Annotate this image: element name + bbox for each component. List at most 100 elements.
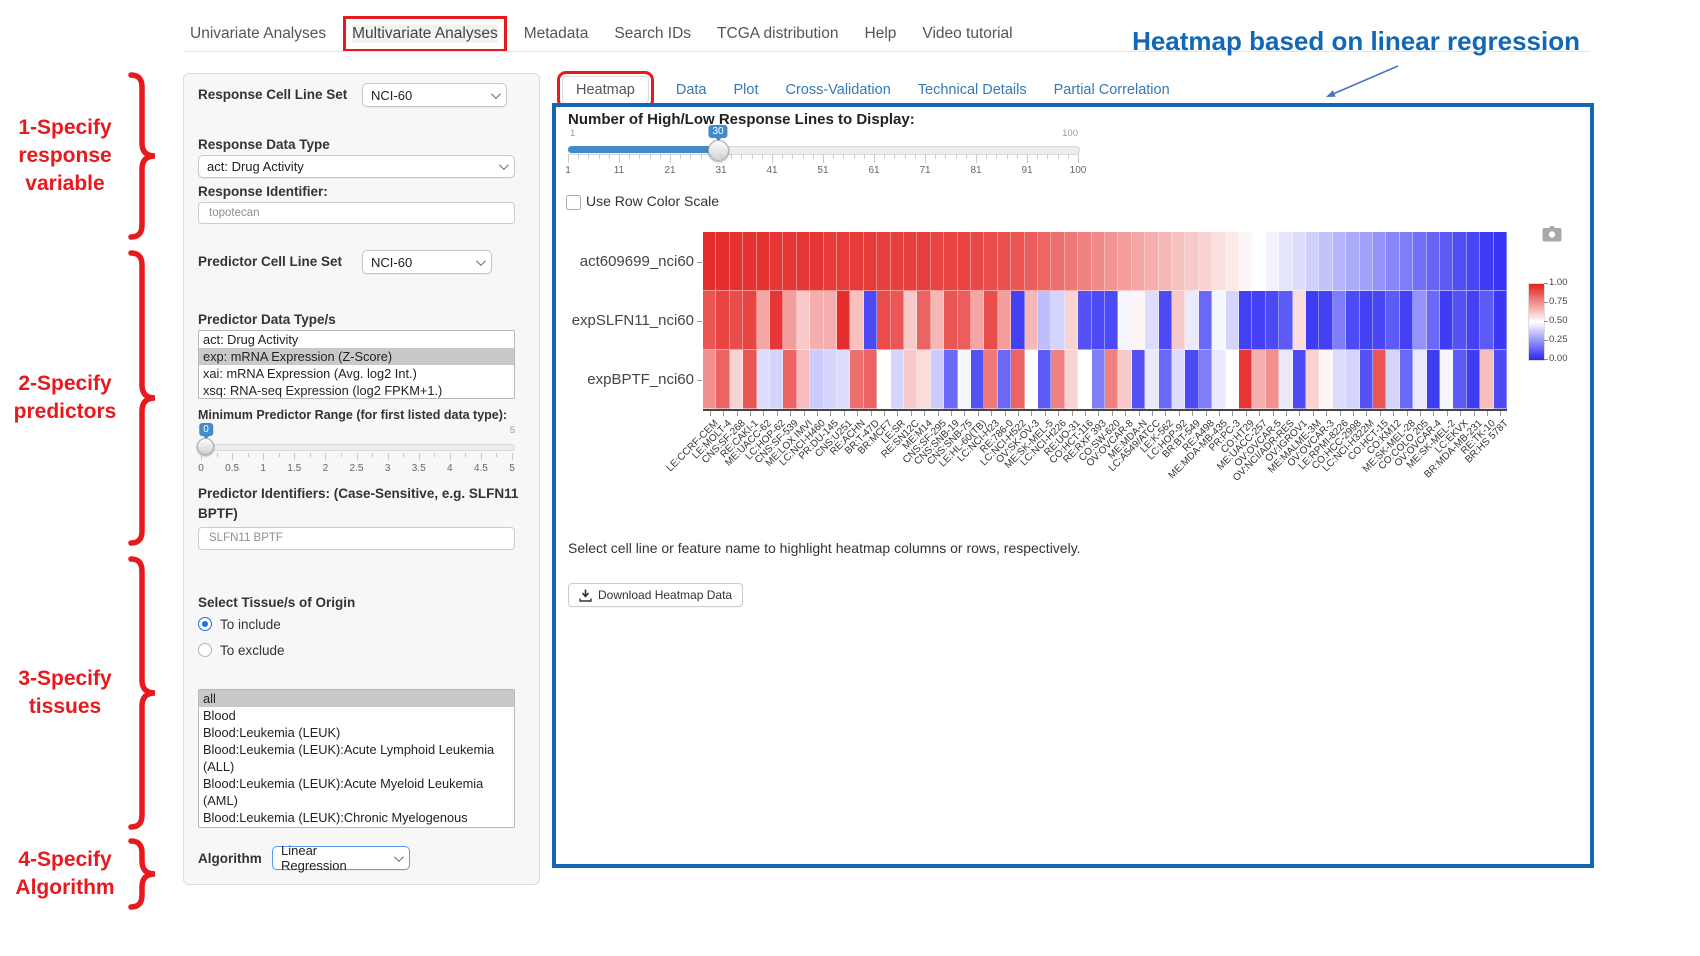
algorithm-select[interactable]: Linear Regression: [272, 846, 410, 870]
heatmap-cell[interactable]: [1132, 232, 1145, 291]
heatmap-cell[interactable]: [797, 350, 810, 409]
heatmap-cell[interactable]: [1306, 350, 1319, 409]
heatmap-cell[interactable]: [824, 350, 837, 409]
heatmap-cell[interactable]: [1025, 350, 1038, 409]
heatmap-cell[interactable]: [1212, 232, 1225, 291]
heatmap-cell[interactable]: [850, 232, 863, 291]
heatmap-cell[interactable]: [1118, 291, 1131, 350]
heatmap-cell[interactable]: [931, 291, 944, 350]
heatmap-cell[interactable]: [1172, 350, 1185, 409]
heatmap-cell[interactable]: [703, 232, 716, 291]
heatmap-cell[interactable]: [770, 232, 783, 291]
heatmap-cell[interactable]: [931, 232, 944, 291]
heatmap-cell[interactable]: [891, 232, 904, 291]
heatmap-cell[interactable]: [1226, 350, 1239, 409]
heatmap-cell[interactable]: [1360, 232, 1373, 291]
heatmap-cell[interactable]: [797, 232, 810, 291]
heatmap-cell[interactable]: [877, 232, 890, 291]
heatmap-cell[interactable]: [1118, 232, 1131, 291]
heatmap-cell[interactable]: [1025, 232, 1038, 291]
heatmap-cell[interactable]: [1373, 291, 1386, 350]
heatmap-cell[interactable]: [837, 350, 850, 409]
min-range-slider-track[interactable]: [198, 444, 515, 451]
heatmap-cell[interactable]: [1159, 350, 1172, 409]
heatmap-cell[interactable]: [1199, 291, 1212, 350]
heatmap-cell[interactable]: [1065, 291, 1078, 350]
heatmap-cell[interactable]: [1333, 232, 1346, 291]
heatmap-cell[interactable]: [1319, 232, 1332, 291]
heatmap-cell[interactable]: [1132, 350, 1145, 409]
tab-data[interactable]: Data: [676, 82, 707, 98]
heatmap-cell[interactable]: [917, 232, 930, 291]
heatmap-cell[interactable]: [1185, 291, 1198, 350]
heatmap-cell[interactable]: [1078, 232, 1091, 291]
response-identifier-input[interactable]: topotecan: [198, 202, 515, 224]
heatmap-cell[interactable]: [1386, 232, 1399, 291]
heatmap-cell[interactable]: [1212, 350, 1225, 409]
heatmap-cell[interactable]: [837, 291, 850, 350]
heatmap-cell[interactable]: [1319, 350, 1332, 409]
predictor-data-type-option[interactable]: act: Drug Activity: [199, 331, 514, 348]
heatmap-cell[interactable]: [824, 232, 837, 291]
heatmap-cell[interactable]: [944, 232, 957, 291]
heatmap-cell[interactable]: [1279, 232, 1292, 291]
heatmap-cell[interactable]: [917, 291, 930, 350]
tissue-exclude-radio[interactable]: [198, 643, 212, 657]
tab-technical-details[interactable]: Technical Details: [918, 82, 1027, 98]
nav-item-video-tutorial[interactable]: Video tutorial: [922, 25, 1012, 43]
heatmap-cell[interactable]: [1105, 232, 1118, 291]
heatmap-cell[interactable]: [958, 350, 971, 409]
tab-cross-validation[interactable]: Cross-Validation: [785, 82, 890, 98]
heatmap-cell[interactable]: [1159, 291, 1172, 350]
heatmap-cell[interactable]: [1105, 350, 1118, 409]
heatmap-cell[interactable]: [1333, 350, 1346, 409]
heatmap-cell[interactable]: [1212, 291, 1225, 350]
heatmap-cell[interactable]: [1172, 232, 1185, 291]
heatmap-cell[interactable]: [1051, 350, 1064, 409]
predictor-data-types-listbox[interactable]: act: Drug Activityexp: mRNA Expression (…: [198, 330, 515, 399]
heatmap-cell[interactable]: [730, 350, 743, 409]
heatmap-cell[interactable]: [1199, 232, 1212, 291]
heatmap-cell[interactable]: [998, 232, 1011, 291]
heatmap-cell[interactable]: [716, 291, 729, 350]
row-color-scale-label[interactable]: Use Row Color Scale: [586, 193, 719, 209]
heatmap-cell[interactable]: [1145, 232, 1158, 291]
heatmap-cell[interactable]: [958, 291, 971, 350]
heatmap-cell[interactable]: [1252, 232, 1265, 291]
heatmap-cell[interactable]: [1266, 291, 1279, 350]
heatmap-cell[interactable]: [1373, 350, 1386, 409]
heatmap-cell[interactable]: [1145, 350, 1158, 409]
heatmap-cell[interactable]: [1413, 232, 1426, 291]
nav-item-multivariate-analyses[interactable]: Multivariate Analyses: [352, 25, 498, 43]
heatmap-cell[interactable]: [1400, 350, 1413, 409]
heatmap-cell[interactable]: [1252, 291, 1265, 350]
heatmap-cell[interactable]: [1480, 232, 1493, 291]
download-heatmap-data-button[interactable]: Download Heatmap Data: [568, 583, 743, 607]
heatmap-cell[interactable]: [1494, 232, 1507, 291]
heatmap-cell[interactable]: [797, 291, 810, 350]
heatmap-cell[interactable]: [1279, 350, 1292, 409]
heatmap-cell[interactable]: [770, 350, 783, 409]
heatmap-cell[interactable]: [1494, 291, 1507, 350]
tissue-listbox[interactable]: allBloodBlood:Leukemia (LEUK)Blood:Leuke…: [198, 689, 515, 828]
heatmap-cell[interactable]: [1011, 291, 1024, 350]
heatmap-cell[interactable]: [743, 232, 756, 291]
tab-plot[interactable]: Plot: [733, 82, 758, 98]
heatmap-cell[interactable]: [971, 232, 984, 291]
heatmap-cell[interactable]: [783, 232, 796, 291]
heatmap-cell[interactable]: [1266, 232, 1279, 291]
heatmap-cell[interactable]: [810, 350, 823, 409]
heatmap-cell[interactable]: [904, 350, 917, 409]
heatmap-cell[interactable]: [1185, 350, 1198, 409]
heatmap-cell[interactable]: [1400, 291, 1413, 350]
heatmap-cell[interactable]: [1065, 232, 1078, 291]
heatmap-cell[interactable]: [1427, 232, 1440, 291]
heatmap-cell[interactable]: [837, 232, 850, 291]
heatmap-cell[interactable]: [824, 291, 837, 350]
nav-item-help[interactable]: Help: [865, 25, 897, 43]
heatmap-cell[interactable]: [703, 350, 716, 409]
heatmap-cell[interactable]: [984, 232, 997, 291]
heatmap-cell[interactable]: [1413, 350, 1426, 409]
heatmap-cell[interactable]: [743, 291, 756, 350]
heatmap-cell[interactable]: [1467, 350, 1480, 409]
